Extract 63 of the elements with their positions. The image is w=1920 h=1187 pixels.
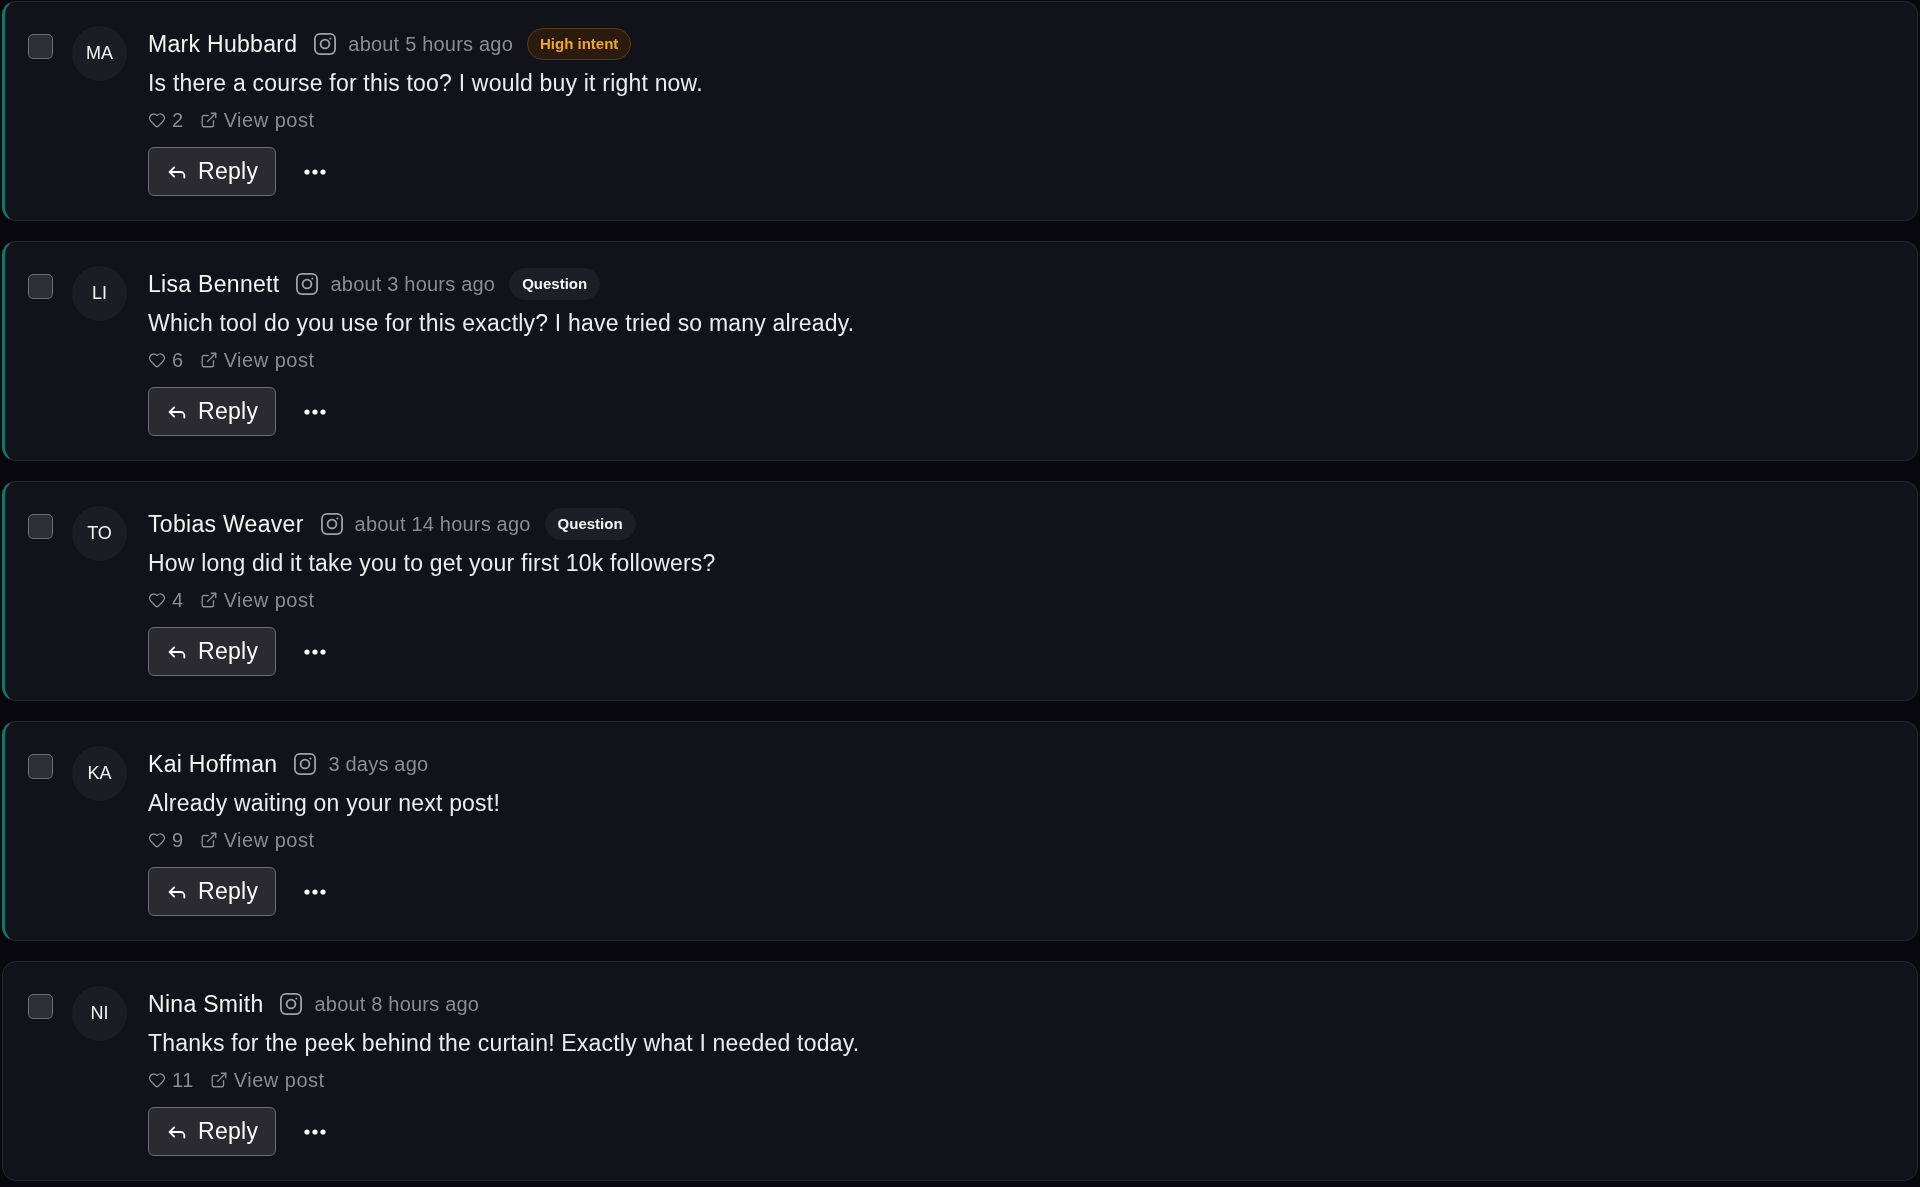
camera-icon [296,273,319,295]
reply-button[interactable]: Reply [148,867,277,916]
avatar: MA [72,26,127,81]
tag-badge: Question [509,268,601,300]
external-link-icon [199,591,218,609]
ellipsis-icon [304,648,327,655]
like-count: 4 [172,588,184,613]
select-checkbox[interactable] [28,994,53,1019]
avatar: NI [72,986,127,1041]
reply-button[interactable]: Reply [148,627,277,676]
comment-text: Already waiting on your next post! [148,789,500,818]
like-count: 6 [172,348,184,373]
heart-icon [148,1071,166,1089]
camera-icon [314,33,337,55]
ellipsis-icon [304,888,327,895]
author-name: Kai Hoffman [148,749,278,779]
author-name: Mark Hubbard [148,29,298,59]
author-name: Tobias Weaver [148,509,304,539]
tag-badge: High intent [526,28,632,60]
timestamp: about 8 hours ago [314,992,480,1017]
like-count: 2 [172,108,184,133]
view-post-link[interactable]: View post [209,1065,325,1095]
timestamp: about 3 hours ago [330,272,496,297]
camera-icon [294,753,317,775]
ellipsis-icon [304,168,327,175]
like-count: 11 [172,1068,194,1093]
select-checkbox[interactable] [28,274,53,299]
avatar: TO [72,506,127,561]
external-link-icon [199,831,218,849]
tag-badge: Question [544,508,636,540]
select-checkbox[interactable] [28,514,53,539]
view-post-link[interactable]: View post [199,105,315,135]
external-link-icon [209,1071,228,1089]
external-link-icon [199,351,218,369]
reply-button[interactable]: Reply [148,147,277,196]
reply-button[interactable]: Reply [148,387,277,436]
view-post-link[interactable]: View post [199,585,315,615]
ellipsis-icon [304,1128,327,1135]
avatar: LI [72,266,127,321]
author-name: Nina Smith [148,989,264,1019]
avatar: KA [72,746,127,801]
comment-text: Thanks for the peek behind the curtain! Exactly what I needed today. [148,1029,860,1058]
view-post-link[interactable]: View post [199,345,315,375]
heart-icon [148,351,166,369]
select-checkbox[interactable] [28,34,53,59]
author-name: Lisa Bennett [148,269,280,299]
comment-text: Which tool do you use for this exactly? I have tried so many already. [148,309,855,338]
external-link-icon [199,111,218,129]
reply-button[interactable]: Reply [148,1107,277,1156]
camera-icon [320,513,343,535]
heart-icon [148,591,166,609]
select-checkbox[interactable] [28,754,53,779]
timestamp: about 14 hours ago [354,512,531,537]
timestamp: 3 days ago [328,752,429,777]
heart-icon [148,831,166,849]
heart-icon [148,111,166,129]
like-count: 9 [172,828,184,853]
comment-text: Is there a course for this too? I would buy it right now. [148,69,703,98]
camera-icon [280,993,303,1015]
timestamp: about 5 hours ago [348,32,513,57]
ellipsis-icon [304,408,327,415]
view-post-link[interactable]: View post [199,825,315,855]
comment-text: How long did it take you to get your first 10k followers? [148,549,716,578]
